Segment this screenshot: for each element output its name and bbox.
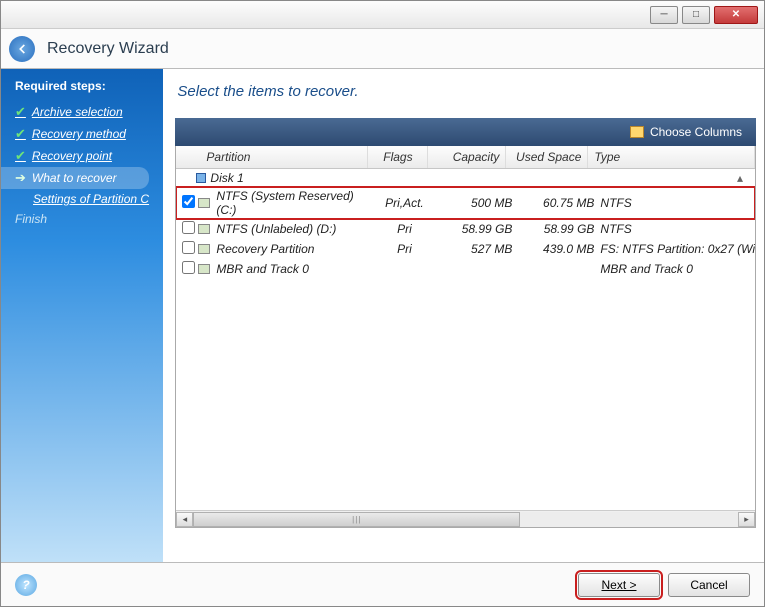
row-type: NTFS xyxy=(594,196,755,210)
col-used[interactable]: Used Space xyxy=(506,146,588,168)
step-settings-partition-c[interactable]: Settings of Partition C xyxy=(33,189,163,209)
step-archive-selection[interactable]: ✔ Archive selection xyxy=(15,101,163,123)
row-name: NTFS (Unlabeled) (D:) xyxy=(216,222,374,236)
row-capacity: 500 MB xyxy=(434,196,512,210)
step-label: Archive selection xyxy=(32,105,123,119)
wizard-title: Recovery Wizard xyxy=(47,40,169,58)
check-icon: ✔ xyxy=(15,104,26,120)
table-row[interactable]: MBR and Track 0 MBR and Track 0 xyxy=(176,259,755,279)
step-recovery-method[interactable]: ✔ Recovery method xyxy=(15,123,163,145)
help-button[interactable]: ? xyxy=(15,574,37,596)
minimize-button[interactable]: ─ xyxy=(650,6,678,24)
disk-row[interactable]: Disk 1 ▴ xyxy=(176,169,755,187)
disk-icon xyxy=(196,173,206,183)
scroll-left-button[interactable]: ◂ xyxy=(176,512,193,527)
row-flags: Pri xyxy=(374,222,434,236)
row-checkbox[interactable] xyxy=(182,195,195,208)
step-what-to-recover: ➔ What to recover xyxy=(1,167,149,189)
cancel-button[interactable]: Cancel xyxy=(668,573,750,597)
toolbar: Choose Columns xyxy=(175,118,756,146)
row-name: NTFS (System Reserved) (C:) xyxy=(216,189,374,217)
footer: ? Next > Cancel xyxy=(1,562,764,606)
table-header: Partition Flags Capacity Used Space Type xyxy=(176,146,755,169)
sidebar: Required steps: ✔ Archive selection ✔ Re… xyxy=(1,69,163,562)
partition-icon xyxy=(198,198,210,208)
row-checkbox[interactable] xyxy=(182,241,195,254)
step-recovery-point[interactable]: ✔ Recovery point xyxy=(15,145,163,167)
row-used: 439.0 MB xyxy=(512,242,594,256)
collapse-icon[interactable]: ▴ xyxy=(737,171,743,185)
scroll-thumb[interactable]: ||| xyxy=(193,512,520,527)
col-flags[interactable]: Flags xyxy=(368,146,428,168)
close-button[interactable]: ✕ xyxy=(714,6,758,24)
row-used: 58.99 GB xyxy=(512,222,594,236)
horizontal-scrollbar[interactable]: ◂ ||| ▸ xyxy=(176,510,755,527)
table-row[interactable]: NTFS (System Reserved) (C:) Pri,Act. 500… xyxy=(176,187,755,219)
step-finish: Finish xyxy=(15,209,163,229)
partition-icon xyxy=(198,224,210,234)
choose-columns-label: Choose Columns xyxy=(650,125,742,139)
table-body: Disk 1 ▴ NTFS (System Reserved) (C:) Pri… xyxy=(176,169,755,279)
row-name: Recovery Partition xyxy=(216,242,374,256)
arrow-icon: ➔ xyxy=(15,170,26,186)
scroll-track[interactable]: ||| xyxy=(193,512,738,527)
col-partition[interactable]: Partition xyxy=(176,146,368,168)
header: Recovery Wizard xyxy=(1,29,764,69)
table-row[interactable]: Recovery Partition Pri 527 MB 439.0 MB F… xyxy=(176,239,755,259)
back-button[interactable] xyxy=(9,36,35,62)
col-type[interactable]: Type xyxy=(588,146,755,168)
row-checkbox[interactable] xyxy=(182,261,195,274)
row-flags: Pri,Act. xyxy=(374,196,434,210)
step-label: Recovery point xyxy=(32,149,112,163)
check-icon: ✔ xyxy=(15,148,26,164)
row-flags: Pri xyxy=(374,242,434,256)
partition-table: Partition Flags Capacity Used Space Type… xyxy=(175,146,756,528)
row-checkbox[interactable] xyxy=(182,221,195,234)
next-button[interactable]: Next > xyxy=(578,573,660,597)
col-capacity[interactable]: Capacity xyxy=(428,146,506,168)
maximize-button[interactable]: □ xyxy=(682,6,710,24)
choose-columns-button[interactable]: Choose Columns xyxy=(630,125,742,139)
check-icon: ✔ xyxy=(15,126,26,142)
step-label: Recovery method xyxy=(32,127,126,141)
partition-icon xyxy=(198,264,210,274)
titlebar: ─ □ ✕ xyxy=(1,1,764,29)
columns-icon xyxy=(630,126,644,138)
scroll-right-button[interactable]: ▸ xyxy=(738,512,755,527)
content-area: Select the items to recover. Choose Colu… xyxy=(163,69,764,562)
partition-icon xyxy=(198,244,210,254)
sidebar-heading: Required steps: xyxy=(15,79,163,93)
back-arrow-icon xyxy=(15,42,29,56)
content-title: Select the items to recover. xyxy=(177,83,756,100)
step-label: What to recover xyxy=(32,171,117,185)
step-label: Settings of Partition C xyxy=(33,192,149,206)
row-type: NTFS xyxy=(594,222,755,236)
row-capacity: 58.99 GB xyxy=(434,222,512,236)
disk-label: Disk 1 xyxy=(210,171,737,185)
row-type: FS: NTFS Partition: 0x27 (Wi xyxy=(594,242,755,256)
row-used: 60.75 MB xyxy=(512,196,594,210)
row-capacity: 527 MB xyxy=(434,242,512,256)
step-label: Finish xyxy=(15,212,47,226)
table-row[interactable]: NTFS (Unlabeled) (D:) Pri 58.99 GB 58.99… xyxy=(176,219,755,239)
row-type: MBR and Track 0 xyxy=(594,262,755,276)
row-name: MBR and Track 0 xyxy=(216,262,374,276)
